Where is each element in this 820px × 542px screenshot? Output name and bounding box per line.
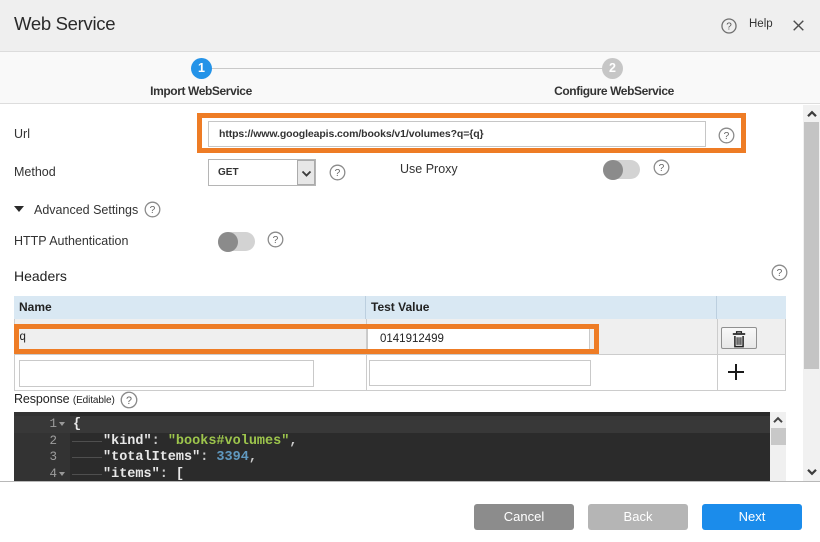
svg-text:?: ? xyxy=(150,205,156,216)
svg-text:?: ? xyxy=(659,163,665,174)
svg-text:?: ? xyxy=(335,168,341,179)
svg-text:?: ? xyxy=(777,268,783,279)
svg-text:?: ? xyxy=(724,131,730,142)
svg-text:?: ? xyxy=(726,22,732,33)
svg-text:?: ? xyxy=(126,395,132,407)
svg-text:?: ? xyxy=(273,235,279,246)
